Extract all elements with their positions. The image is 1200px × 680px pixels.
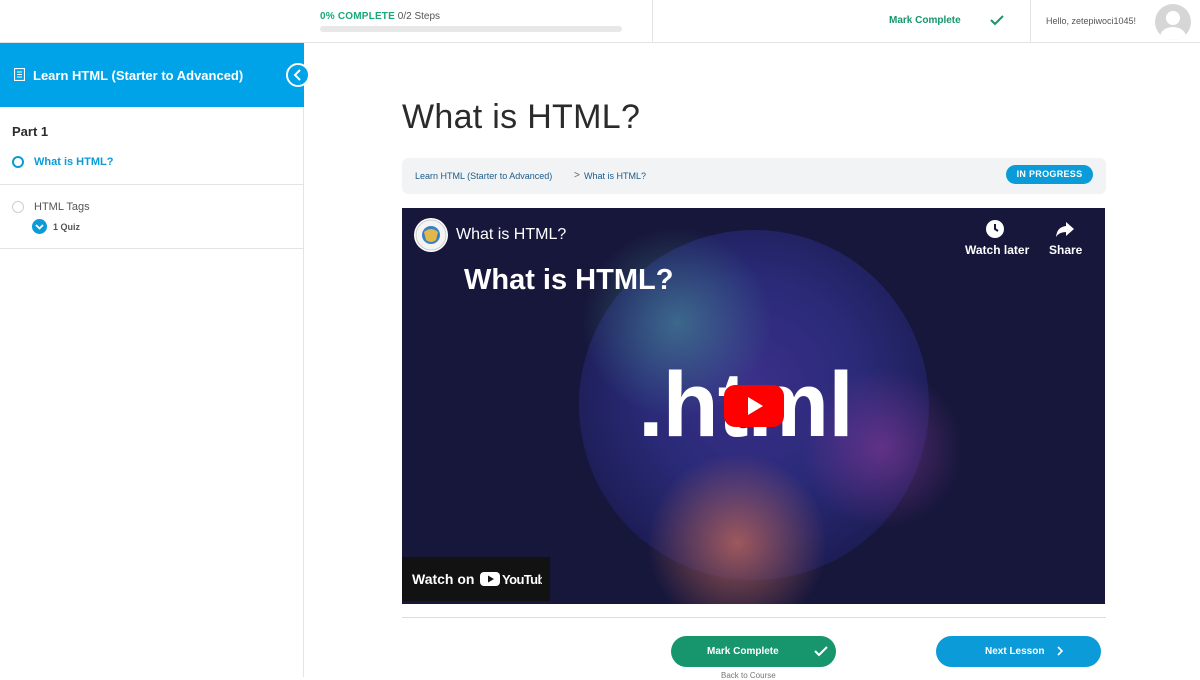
breadcrumb: Learn HTML (Starter to Advanced) > What … [402,158,1106,194]
chevron-left-icon [293,69,301,81]
quiz-count[interactable]: 1 Quiz [53,222,80,232]
watch-on-label: Watch on [412,571,475,587]
top-bar: 0% COMPLETE 0/2 Steps Mark Complete Hell… [0,0,1200,43]
play-icon[interactable] [724,385,784,427]
next-lesson-button[interactable]: Next Lesson [936,636,1101,667]
course-header[interactable]: Learn HTML (Starter to Advanced) [0,43,310,107]
course-progress: 0% COMPLETE 0/2 Steps [320,11,622,32]
progress-percent: 0% COMPLETE [320,11,395,22]
breadcrumb-separator: > [574,170,580,181]
lesson-status-icon [12,201,24,213]
share-icon[interactable] [1054,218,1076,240]
course-sidebar: Learn HTML (Starter to Advanced) Part 1 … [0,43,310,677]
mark-complete-label: Mark Complete [707,646,779,657]
checkmark-icon[interactable] [989,13,1005,27]
lesson-label[interactable]: HTML Tags [34,201,90,213]
status-badge: IN PROGRESS [1006,165,1093,184]
breadcrumb-lesson-link[interactable]: What is HTML? [584,171,646,181]
section-title: Part 1 [12,124,49,139]
user-greeting: Hello, zetepiwoci1045! [1046,16,1137,26]
mark-complete-button[interactable]: Mark Complete [671,636,836,667]
thumbnail-title: What is HTML? [464,264,674,296]
page-title: What is HTML? [402,98,641,136]
divider [1030,0,1031,43]
progress-bar [320,26,622,32]
quiz-toggle-icon[interactable] [32,219,47,234]
channel-avatar[interactable] [414,218,448,252]
youtube-wordmark: YouTube [502,572,542,587]
divider [652,0,653,43]
youtube-logo-icon: YouTube [480,572,542,587]
divider [402,617,1106,618]
channel-logo-icon [415,219,447,251]
lesson-label[interactable]: What is HTML? [34,156,113,168]
lesson-status-icon [12,156,24,168]
back-to-course-link[interactable]: Back to Course [721,671,776,680]
video-title[interactable]: What is HTML? [456,226,566,244]
collapse-sidebar-button[interactable] [286,63,310,87]
course-title[interactable]: Learn HTML (Starter to Advanced) [33,68,243,83]
avatar[interactable] [1155,4,1191,40]
next-lesson-label: Next Lesson [985,646,1045,657]
lesson-item-html-tags[interactable]: HTML Tags 1 Quiz [0,185,303,249]
chevron-right-icon [1057,646,1064,656]
watch-on-youtube-button[interactable]: Watch on YouTube [402,557,550,601]
document-icon [14,68,25,81]
progress-text: 0% COMPLETE 0/2 Steps [320,11,440,22]
top-mark-complete-button[interactable]: Mark Complete [889,15,961,26]
chevron-down-icon [35,224,44,230]
clock-icon[interactable] [984,218,1006,240]
user-silhouette-icon [1160,11,1186,40]
progress-steps: 0/2 Steps [397,11,441,22]
watch-later-button[interactable]: Watch later [965,243,1029,257]
video-player[interactable]: What is HTML? Watch later Share What is … [402,208,1105,604]
lesson-item-what-is-html[interactable]: What is HTML? [0,147,303,185]
breadcrumb-course-link[interactable]: Learn HTML (Starter to Advanced) [415,171,552,181]
share-button[interactable]: Share [1049,243,1082,257]
checkmark-icon [814,646,828,657]
